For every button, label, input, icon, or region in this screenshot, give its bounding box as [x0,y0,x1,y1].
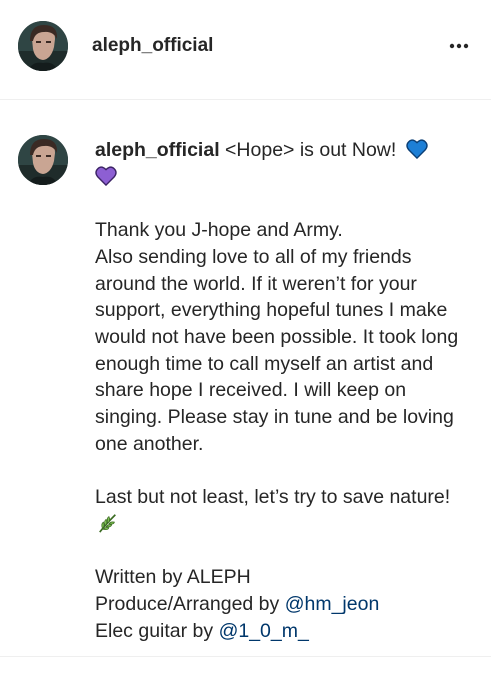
credits-guitar: Elec guitar by @1_0_m_ [95,618,463,645]
avatar-image [18,135,68,185]
avatar-image [18,21,68,71]
caption-username[interactable]: aleph_official [95,139,220,161]
caption-text: aleph_official <Hope> is out Now! Thank … [95,137,463,644]
avatar[interactable] [18,21,68,71]
credits-produce: Produce/Arranged by @hm_jeon [95,591,463,618]
caption-title-line: aleph_official <Hope> is out Now! [95,137,463,190]
caption-line-thanks: Thank you J-hope and Army. [95,219,343,242]
more-horizontal-icon[interactable] [447,34,471,58]
credits-guitar-label: Elec guitar by [95,619,219,642]
caption-closing-text: Last but not least, let’s try to save na… [95,486,451,509]
caption-title: <Hope> is out Now! [219,139,402,161]
caption-closing: Last but not least, let’s try to save na… [95,484,463,537]
mention-1-0-m[interactable]: @1_0_m_ [219,620,309,642]
purple-heart-icon [95,166,117,186]
post-caption-block: aleph_official <Hope> is out Now! Thank … [0,101,491,657]
leaf-icon [99,513,116,533]
credits-produce-label: Produce/Arranged by [95,592,285,615]
caption-line-message: Also sending love to all of my friends a… [95,245,459,455]
mention-hm-jeon[interactable]: @hm_jeon [285,593,380,615]
blue-heart-icon [406,139,428,159]
caption-avatar[interactable] [18,135,68,185]
header-username[interactable]: aleph_official [92,33,213,59]
post-header: aleph_official [0,0,491,100]
credits-written: Written by ALEPH [95,566,251,589]
